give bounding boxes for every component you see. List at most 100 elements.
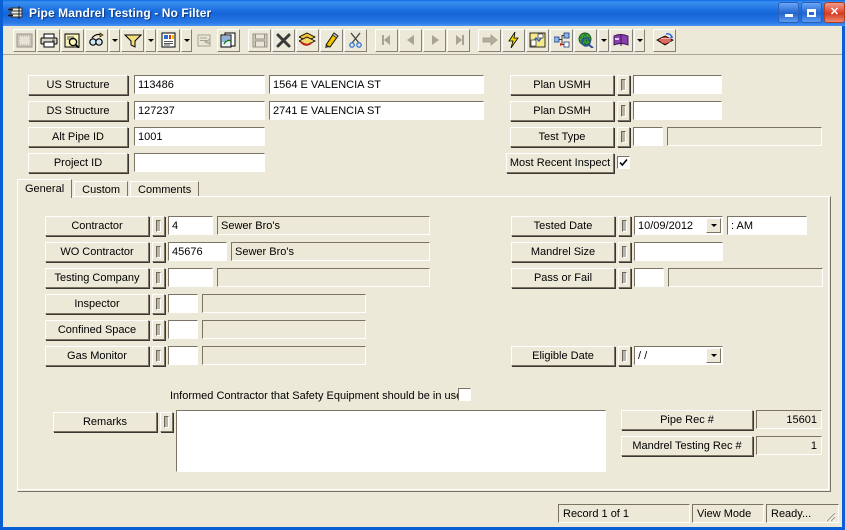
alt-pipe-id-field[interactable]: 1001 [134,127,265,146]
inspector-label-button[interactable]: Inspector [45,294,149,314]
report-icon[interactable] [157,28,180,52]
status-mode-pane: View Mode [692,504,764,523]
pipe-rec-label-button[interactable]: Pipe Rec # [621,410,753,430]
filter-dropdown-arrow[interactable] [145,28,156,52]
confined-space-label-button[interactable]: Confined Space [45,320,149,340]
testing-company-label-button[interactable]: Testing Company [45,268,149,288]
tested-date-dropdown-arrow[interactable] [706,218,721,233]
contractor-lookup-button[interactable] [152,216,165,236]
wo-contractor-lookup-button[interactable] [152,242,165,262]
pass-or-fail-code-field[interactable] [634,268,664,287]
eligible-date-combo[interactable]: / / [634,346,723,365]
tested-date-lookup-button[interactable] [618,216,631,236]
first-record-icon[interactable] [375,28,398,52]
title-bar[interactable]: Pipe Mandrel Testing - No Filter ✕ [3,0,845,26]
alt-pipe-id-label-button[interactable]: Alt Pipe ID [28,127,128,147]
tested-date-combo[interactable]: 10/09/2012 [634,216,723,235]
remarks-textarea[interactable] [176,410,606,472]
map-view-icon[interactable] [526,28,549,52]
find-dropdown-arrow[interactable] [109,28,120,52]
save-icon[interactable] [248,28,271,52]
mandrel-size-field[interactable] [634,242,723,261]
lightning-icon[interactable] [502,28,525,52]
wo-contractor-code-field[interactable]: 45676 [168,242,227,261]
most-recent-inspect-label-button[interactable]: Most Recent Inspect [506,153,614,173]
plan-usmh-lookup-button[interactable] [617,75,630,95]
testing-company-description-field [217,268,430,287]
pass-or-fail-label-button[interactable]: Pass or Fail [511,268,615,288]
us-structure-label-button[interactable]: US Structure [28,75,128,95]
mandrel-rec-label-button[interactable]: Mandrel Testing Rec # [621,436,753,456]
tested-time-field[interactable]: : AM [727,216,807,235]
safety-equipment-checkbox[interactable] [458,388,471,401]
export-icon[interactable] [653,28,676,52]
eligible-date-lookup-button[interactable] [618,346,631,366]
resize-grip-icon[interactable] [823,509,837,523]
test-type-code-field[interactable] [633,127,663,146]
minimize-button[interactable] [778,2,799,23]
plan-dsmh-field[interactable] [633,101,722,120]
mandrel-size-lookup-button[interactable] [618,242,631,262]
hierarchy-icon[interactable] [550,28,573,52]
us-structure-description-field[interactable]: 1564 E VALENCIA ST [269,75,484,94]
maximize-button[interactable] [801,2,822,23]
previous-record-icon[interactable] [399,28,422,52]
safety-equipment-label: Informed Contractor that Safety Equipmen… [170,390,463,402]
book-dropdown-arrow[interactable] [634,28,645,52]
globe-dropdown-arrow[interactable] [598,28,609,52]
layers-icon[interactable] [296,28,319,52]
filter-icon[interactable] [121,28,144,52]
us-structure-id-field[interactable]: 113486 [134,75,265,94]
inspector-lookup-button[interactable] [152,294,165,314]
tested-date-label-button[interactable]: Tested Date [511,216,615,236]
copy-record-icon[interactable] [217,28,240,52]
project-id-field[interactable] [134,153,265,172]
gas-monitor-lookup-button[interactable] [152,346,165,366]
pass-or-fail-lookup-button[interactable] [618,268,631,288]
test-type-description-field [667,127,822,146]
report-dropdown-arrow[interactable] [181,28,192,52]
contractor-label-button[interactable]: Contractor [45,216,149,236]
remarks-lookup-button[interactable] [160,412,173,432]
properties-icon[interactable] [193,28,216,52]
project-id-label-button[interactable]: Project ID [28,153,128,173]
find-icon[interactable] [85,28,108,52]
edit-pencil-icon[interactable] [320,28,343,52]
wo-contractor-label-button[interactable]: WO Contractor [45,242,149,262]
most-recent-inspect-checkbox[interactable] [617,156,630,169]
tab-general[interactable]: General [17,179,73,198]
next-record-icon[interactable] [423,28,446,52]
plan-dsmh-lookup-button[interactable] [617,101,630,121]
book-icon[interactable] [610,28,633,52]
ds-structure-label-button[interactable]: DS Structure [28,101,128,121]
inspector-code-field[interactable] [168,294,198,313]
cut-scissors-icon[interactable] [344,28,367,52]
design-view-icon[interactable] [13,28,36,52]
mandrel-rec-value: 1 [756,436,822,455]
test-type-lookup-button[interactable] [617,127,630,147]
mandrel-size-label-button[interactable]: Mandrel Size [511,242,615,262]
confined-space-code-field[interactable] [168,320,198,339]
gas-monitor-label-button[interactable]: Gas Monitor [45,346,149,366]
close-button[interactable]: ✕ [824,2,845,23]
eligible-date-dropdown-arrow[interactable] [706,348,721,363]
testing-company-code-field[interactable] [168,268,213,287]
plan-dsmh-label-button[interactable]: Plan DSMH [510,101,614,121]
ds-structure-id-field[interactable]: 127237 [134,101,265,120]
ds-structure-description-field[interactable]: 2741 E VALENCIA ST [269,101,484,120]
last-record-icon[interactable] [447,28,470,52]
test-type-label-button[interactable]: Test Type [510,127,614,147]
globe-search-icon[interactable] [574,28,597,52]
eligible-date-label-button[interactable]: Eligible Date [511,346,615,366]
print-icon[interactable] [37,28,60,52]
testing-company-lookup-button[interactable] [152,268,165,288]
confined-space-lookup-button[interactable] [152,320,165,340]
delete-icon[interactable] [272,28,295,52]
remarks-label-button[interactable]: Remarks [53,412,157,432]
print-preview-icon[interactable] [61,28,84,52]
goto-record-icon[interactable] [478,28,501,52]
plan-usmh-label-button[interactable]: Plan USMH [510,75,614,95]
contractor-code-field[interactable]: 4 [168,216,213,235]
plan-usmh-field[interactable] [633,75,722,94]
gas-monitor-code-field[interactable] [168,346,198,365]
